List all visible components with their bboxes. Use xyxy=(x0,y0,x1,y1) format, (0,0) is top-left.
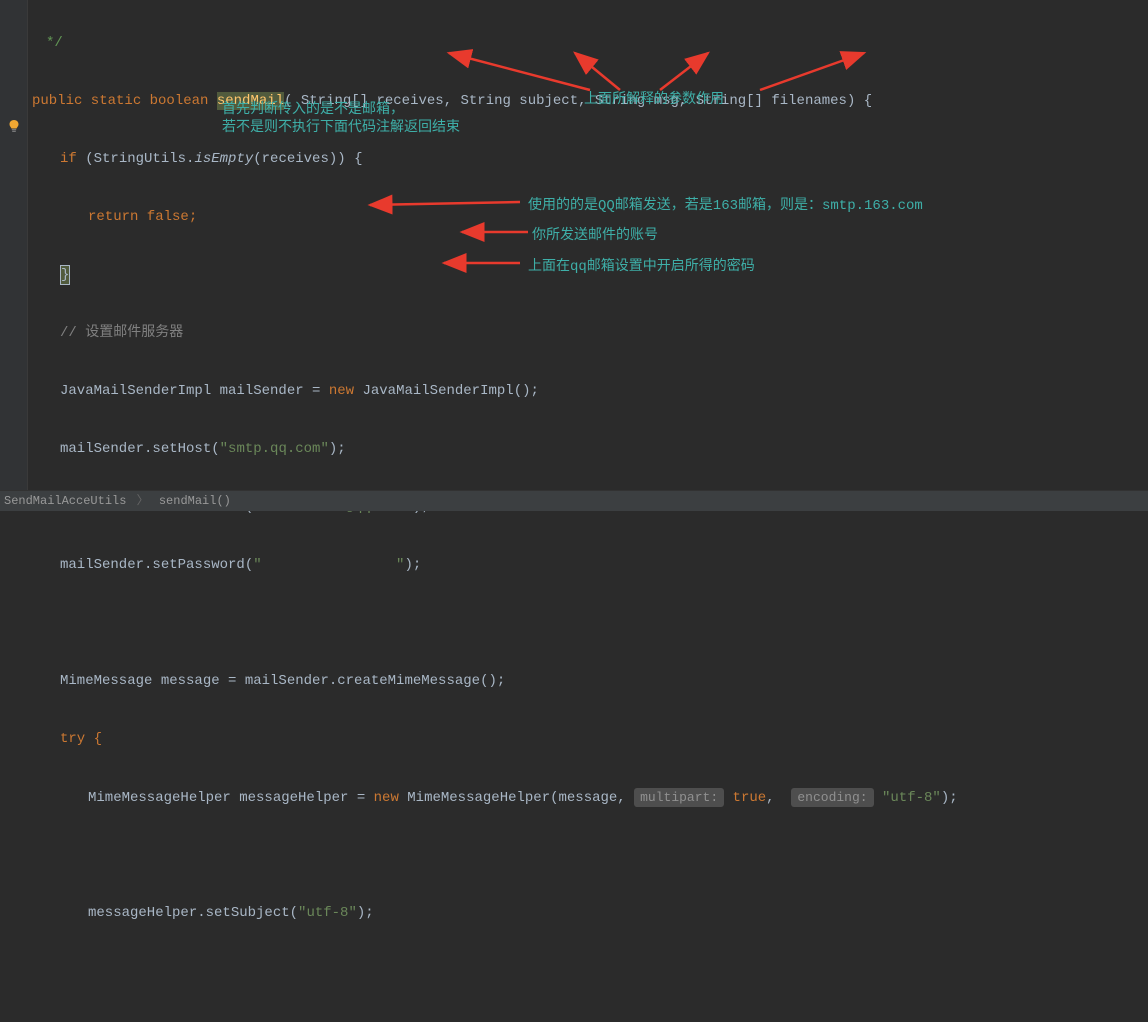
return-false: return false; xyxy=(88,209,197,225)
password-string: " " xyxy=(253,557,404,573)
annotation-empty-check-l1: 首先判断传入的是不是邮箱， xyxy=(222,101,460,119)
lightbulb-hint-icon[interactable] xyxy=(7,116,21,130)
gutter xyxy=(0,0,28,490)
javadoc-end: */ xyxy=(46,35,63,51)
annotation-smtp: 使用的的是QQ邮箱发送，若是163邮箱，则是：smtp.163.com xyxy=(528,192,923,221)
static-call: isEmpty xyxy=(194,151,253,167)
modifiers: public static boolean xyxy=(32,93,217,109)
smtp-host-string: "smtp.qq.com" xyxy=(220,441,329,457)
try-keyword: try { xyxy=(60,731,102,747)
breadcrumb-separator-icon: 〉 xyxy=(134,494,152,508)
set-subject-call: messageHelper.setSubject(subject); xyxy=(88,1021,374,1022)
annotation-params: 上面所解释的参数作用 xyxy=(584,86,724,115)
comment-mail-server: // 设置邮件服务器 xyxy=(60,325,183,341)
closing-brace-caret: } xyxy=(60,265,70,285)
create-mime: MimeMessage message = mailSender.createM… xyxy=(60,673,505,689)
annotation-empty-check-l2: 若不是则不执行下面代码注解返回结束 xyxy=(222,119,460,137)
breadcrumb-class[interactable]: SendMailAcceUtils xyxy=(4,494,126,508)
breadcrumb-method[interactable]: sendMail() xyxy=(159,494,231,508)
param-hint-encoding: encoding: xyxy=(791,788,873,807)
breadcrumb-bar[interactable]: SendMailAcceUtils 〉 sendMail() xyxy=(0,490,1148,511)
param-hint-multipart: multipart: xyxy=(634,788,724,807)
annotation-username: 你所发送邮件的账号 xyxy=(532,222,658,251)
annotation-password: 上面在qq邮箱设置中开启所得的密码 xyxy=(528,253,755,282)
